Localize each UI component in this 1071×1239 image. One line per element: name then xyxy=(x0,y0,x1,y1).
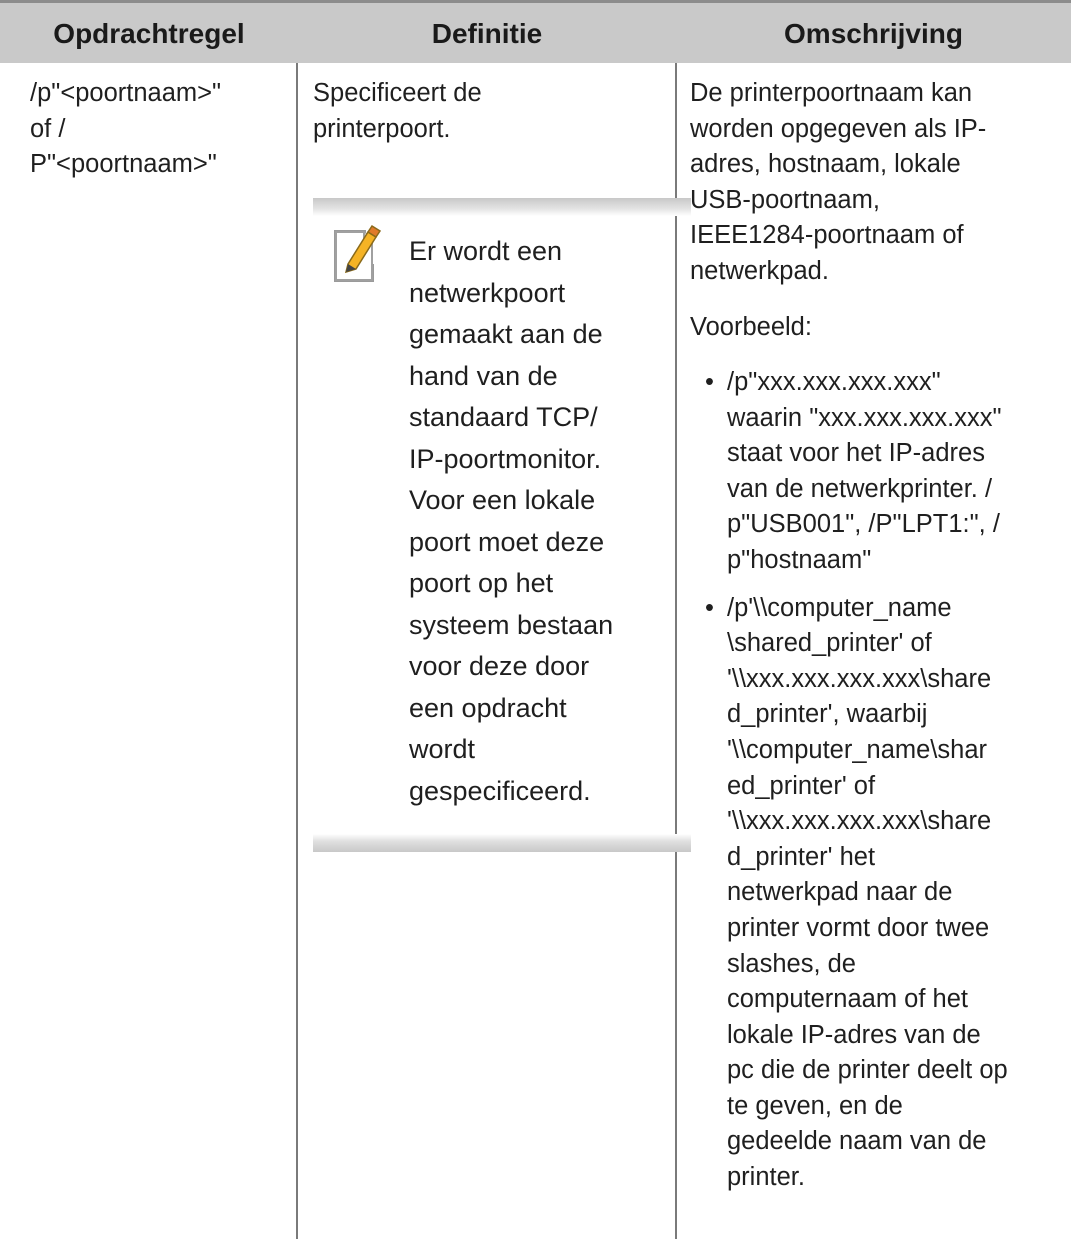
note-line: voor deze door xyxy=(409,651,590,681)
list-item-line: waarin "xxx.xxx.xxx.xxx" xyxy=(727,403,1002,432)
description-intro: De printerpoortnaam kan worden opgegeven… xyxy=(690,76,1065,290)
list-item-line: te geven, en de xyxy=(727,1091,903,1120)
note-line: standaard TCP/ xyxy=(409,402,598,432)
header-omschrijving: Omschrijving xyxy=(784,18,963,49)
note-line: hand van de xyxy=(409,360,558,391)
command-line: of / xyxy=(30,114,66,143)
list-item-line: '\\xxx.xxx.xxx.xxx\share xyxy=(727,664,992,693)
note-line: een opdracht xyxy=(409,692,567,723)
note-top-bar xyxy=(313,198,691,216)
note-pencil-icon xyxy=(330,224,386,284)
list-item-line: '\\computer_name\shar xyxy=(727,735,987,764)
list-item: • /p"xxx.xxx.xxx.xxx" waarin "xxx.xxx.xx… xyxy=(705,365,1065,579)
list-item-line: \shared_printer' of xyxy=(727,629,932,658)
command-cell: /p"<poortnaam>" of / P"<poortnaam>" xyxy=(30,76,290,183)
list-item-line: d_printer', waarbij xyxy=(727,700,928,729)
bullet-icon: • xyxy=(705,593,714,622)
note-line: systeem bestaan xyxy=(409,609,614,640)
list-item-line: d_printer' het xyxy=(727,842,876,871)
note-line: wordt xyxy=(409,734,476,764)
description-line: IEEE1284-poortnaam of xyxy=(690,221,964,250)
bullet-icon: • xyxy=(705,368,714,396)
list-item-line: ed_printer' of xyxy=(727,771,876,800)
description-line: De printerpoortnaam kan xyxy=(690,79,973,107)
list-item-line: van de netwerkprinter. / xyxy=(727,474,993,503)
definition-line: printerpoort. xyxy=(313,114,451,143)
list-item-line: gedeelde naam van de xyxy=(727,1127,987,1156)
header-definitie: Definitie xyxy=(431,18,543,49)
note-line: Voor een lokale xyxy=(409,485,596,515)
list-item: • /p'\\computer_name \shared_printer' of… xyxy=(705,591,1065,1196)
list-item-line: '\\xxx.xxx.xxx.xxx\share xyxy=(727,807,992,836)
list-item-line: netwerkpad naar de xyxy=(727,878,953,907)
command-line: P"<poortnaam>" xyxy=(30,150,217,179)
note-bottom-bar xyxy=(313,834,691,852)
description-line: USB-poortnaam, xyxy=(690,185,880,214)
column-divider xyxy=(296,63,298,1239)
list-item-line: p"USB001", /P"LPT1:", / xyxy=(727,510,1000,539)
description-line: worden opgegeven als IP- xyxy=(690,114,987,143)
note-line: gemaakt aan de xyxy=(409,319,603,349)
list-item-line: /p'\\computer_name xyxy=(727,593,952,622)
example-list: • /p"xxx.xxx.xxx.xxx" waarin "xxx.xxx.xx… xyxy=(705,365,1065,1208)
description-line: adres, hostnaam, lokale xyxy=(690,150,961,179)
list-item-line: computernaam of het xyxy=(727,985,968,1014)
note-line: poort op het xyxy=(409,568,554,598)
list-item-line: /p"xxx.xxx.xxx.xxx" xyxy=(727,368,941,396)
note-line: netwerkpoort xyxy=(409,277,566,308)
definition-cell: Specificeert de printerpoort. xyxy=(313,76,673,147)
list-item-line: lokale IP-adres van de xyxy=(727,1020,981,1049)
example-label: Voorbeeld: xyxy=(690,313,812,341)
list-item-line: staat voor het IP-adres xyxy=(727,439,985,468)
note-line: gespecificeerd. xyxy=(409,775,591,806)
note-text: Er wordt een netwerkpoort gemaakt aan de… xyxy=(409,231,659,812)
header-opdrachtregel: Opdrachtregel xyxy=(53,18,245,49)
definition-line: Specificeert de xyxy=(313,79,482,107)
list-item-line: printer vormt door twee xyxy=(727,913,990,942)
list-item-line: pc die de printer deelt op xyxy=(727,1056,1008,1085)
note-line: IP-poortmonitor. xyxy=(409,443,602,474)
list-item-line: p"hostnaam" xyxy=(727,545,872,574)
note-line: Er wordt een xyxy=(409,236,563,266)
list-item-line: printer. xyxy=(727,1163,805,1192)
table-header: Opdrachtregel Definitie Omschrijving xyxy=(0,0,1071,63)
list-item-line: slashes, de xyxy=(727,949,856,978)
command-table: Opdrachtregel Definitie Omschrijving /p"… xyxy=(0,0,1071,1239)
description-line: netwerkpad. xyxy=(690,256,829,285)
command-line: /p"<poortnaam>" xyxy=(30,79,222,107)
note-line: poort moet deze xyxy=(409,526,605,557)
column-divider xyxy=(675,63,677,1239)
